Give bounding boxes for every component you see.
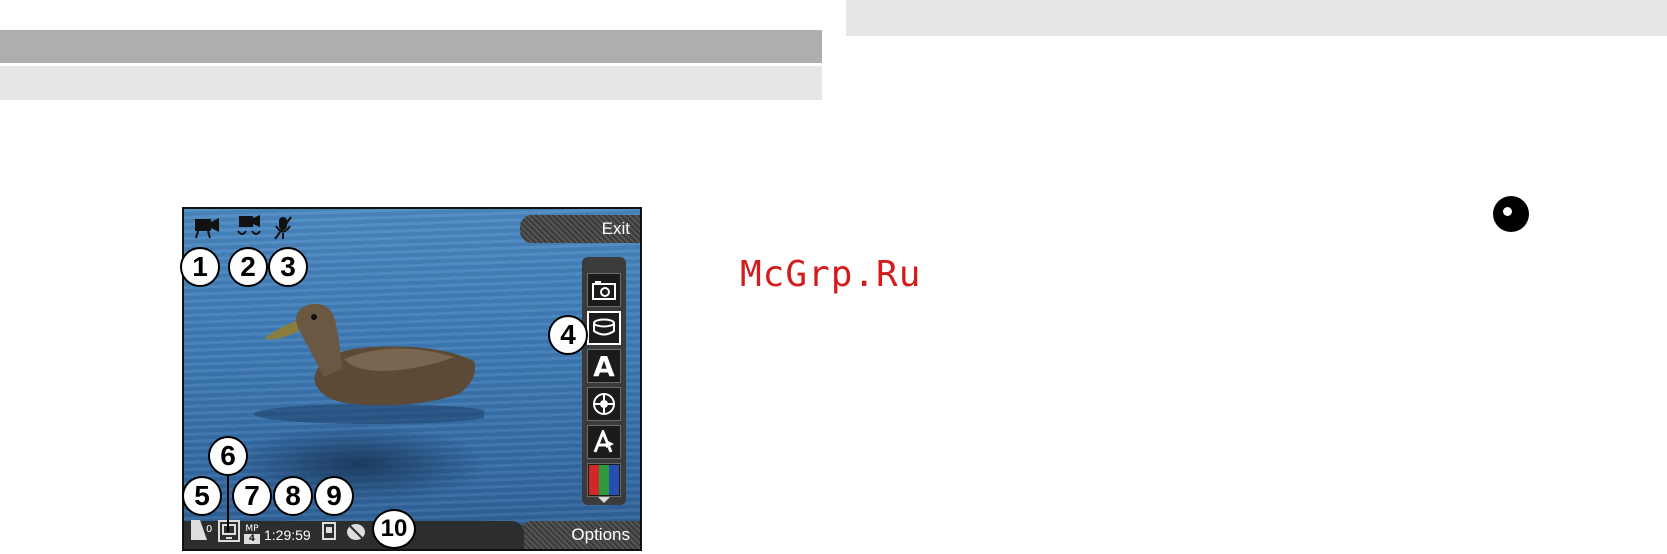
video-resolution-icon — [218, 520, 240, 546]
memory-in-use-icon — [322, 522, 336, 544]
recording-time-remaining: 1:29:59 — [264, 527, 311, 543]
bullet-icon — [1493, 196, 1529, 232]
options-softkey[interactable]: Options — [520, 521, 640, 549]
callout-10: 10 — [372, 509, 416, 549]
exposure-icon[interactable] — [587, 425, 621, 459]
video-format-icon: MP 4 — [244, 524, 260, 546]
microphone-muted-icon — [272, 215, 294, 241]
right-column-header-bar — [846, 0, 1667, 36]
callout-2: 2 — [228, 247, 268, 287]
callout-4: 4 — [548, 315, 588, 355]
gps-location-icon — [344, 520, 368, 546]
active-toolbar: A — [582, 257, 626, 505]
callout-6: 6 — [208, 436, 248, 476]
scroll-down-icon[interactable] — [598, 497, 610, 503]
video-mode-icon — [194, 217, 220, 239]
duck-image — [254, 303, 484, 424]
callout-6-leader — [227, 474, 229, 532]
subsection-header-bar — [0, 66, 822, 100]
video-stabilization-icon — [236, 215, 264, 241]
white-balance-icon[interactable] — [587, 387, 621, 421]
camera-mode-icon[interactable] — [587, 273, 621, 307]
scene-mode-icon[interactable] — [587, 311, 621, 345]
callout-5: 5 — [182, 476, 222, 516]
callout-7: 7 — [232, 476, 272, 516]
callout-8: 8 — [273, 476, 313, 516]
exit-softkey[interactable]: Exit — [520, 215, 640, 243]
video-count: 0 — [206, 524, 213, 535]
callout-3: 3 — [268, 247, 308, 287]
section-header-bar — [0, 30, 822, 63]
watermark: McGrp.Ru — [740, 254, 922, 295]
video-format-label: MP — [245, 524, 259, 534]
video-format-sublabel: 4 — [244, 534, 260, 544]
status-bar: 0 MP 4 1:29:59 — [184, 520, 524, 549]
auto-scene-icon[interactable]: A — [587, 349, 621, 383]
colour-tone-icon[interactable] — [587, 463, 621, 497]
callout-1: 1 — [180, 247, 220, 287]
callout-9: 9 — [314, 476, 354, 516]
